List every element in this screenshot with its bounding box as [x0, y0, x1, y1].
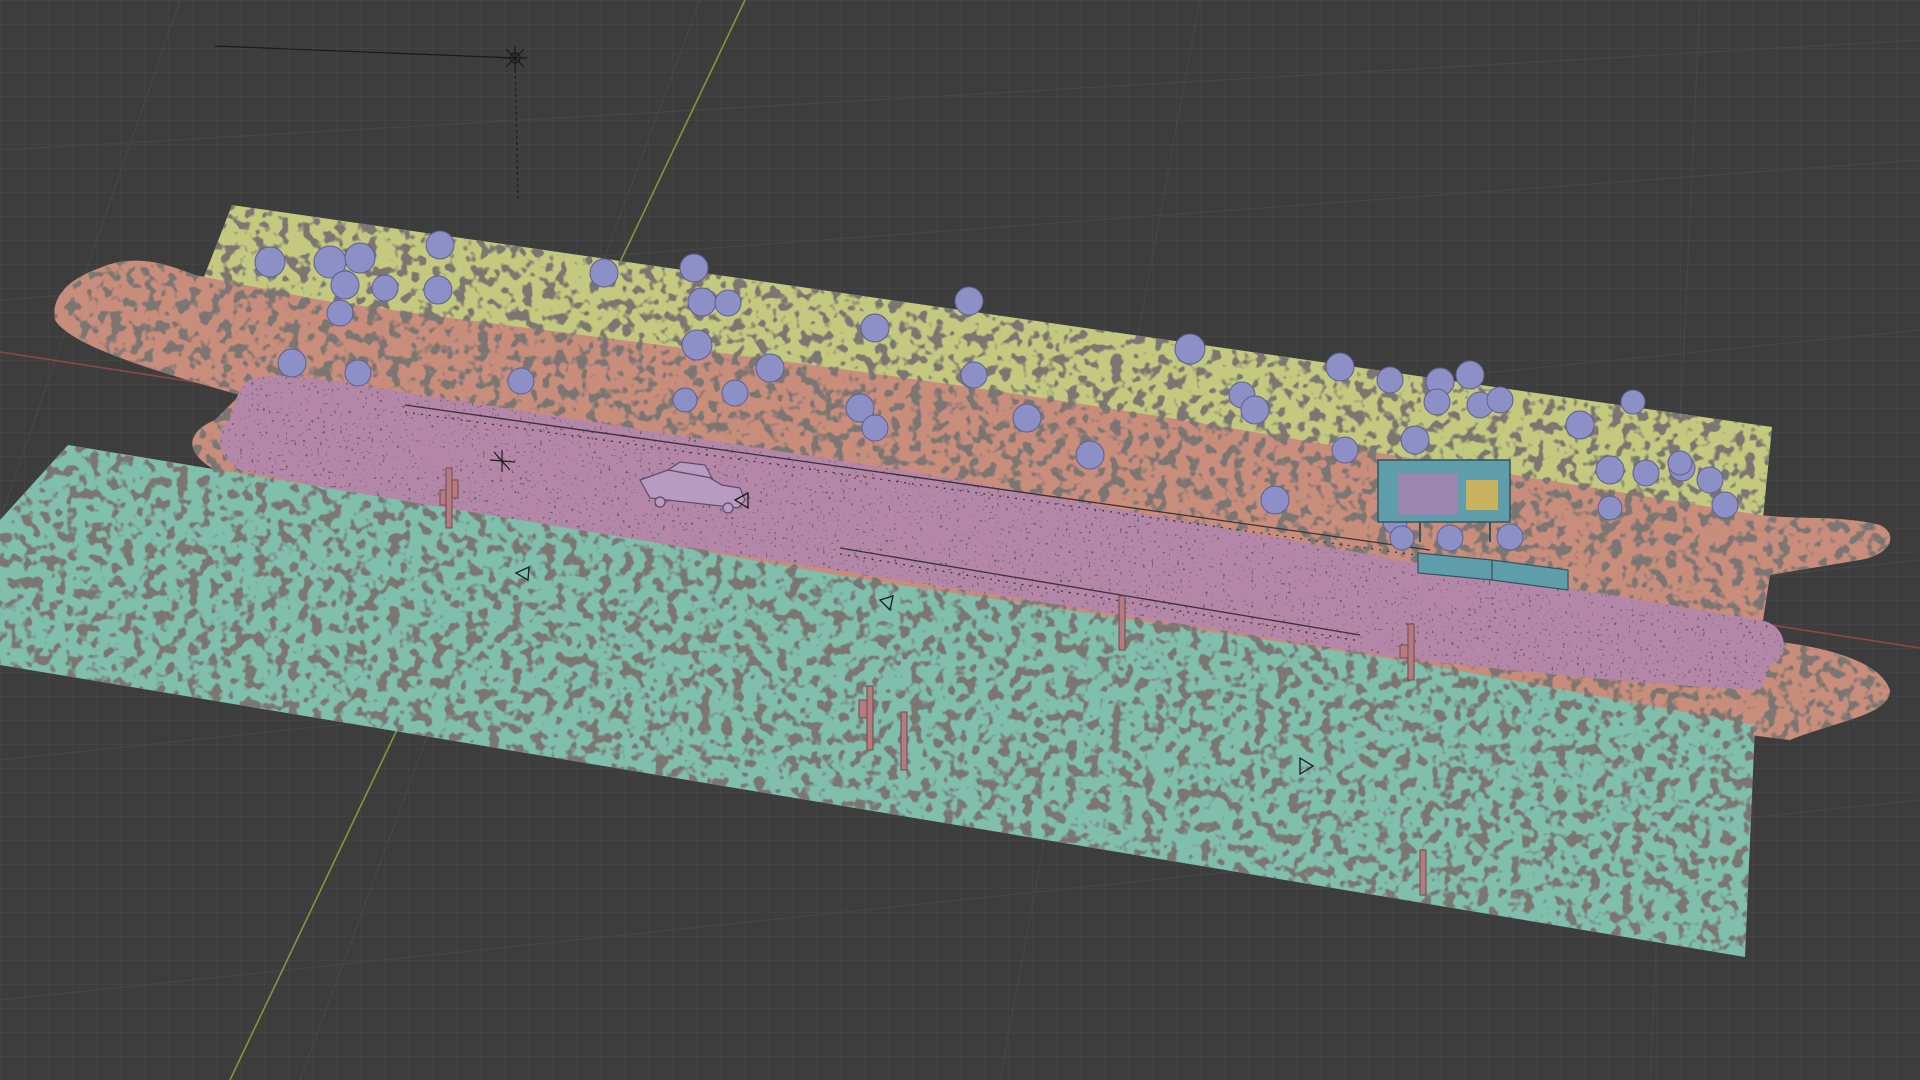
- scene-canvas[interactable]: [0, 0, 1920, 1080]
- 3d-viewport[interactable]: [0, 0, 1920, 1080]
